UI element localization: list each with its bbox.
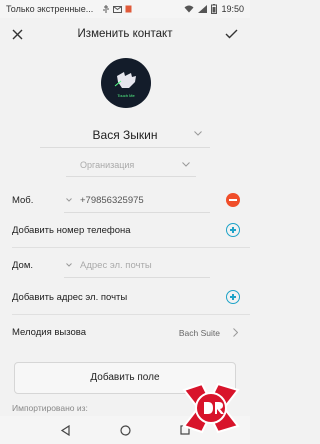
- ringtone-label: Мелодия вызова: [12, 327, 86, 338]
- sim-icon: [125, 5, 132, 13]
- add-phone-row[interactable]: Добавить номер телефона: [0, 215, 250, 247]
- mail-icon: [113, 5, 122, 13]
- add-phone-label: Добавить номер телефона: [12, 225, 131, 236]
- imported-from-label: Импортировано из:: [12, 403, 88, 413]
- carrier-text: Только экстренные...: [6, 4, 94, 14]
- close-button[interactable]: [0, 18, 34, 50]
- ringtone-row[interactable]: Мелодия вызова Bach Suite: [0, 317, 250, 349]
- check-icon: [225, 29, 237, 39]
- watermark-logo: [182, 382, 240, 434]
- name-value: Вася Зыкин: [92, 128, 158, 142]
- phone-number-input[interactable]: +79856325975: [80, 195, 144, 206]
- add-email-button[interactable]: [226, 290, 240, 304]
- divider: [64, 212, 210, 213]
- remove-phone-button[interactable]: [226, 193, 240, 207]
- home-icon[interactable]: [120, 424, 131, 436]
- divider: [12, 247, 250, 248]
- wifi-icon: [184, 5, 194, 13]
- divider: [12, 314, 250, 315]
- chevron-down-icon[interactable]: [182, 162, 190, 167]
- organization-field[interactable]: Организация: [66, 153, 196, 177]
- add-email-row[interactable]: Добавить адрес эл. почты: [0, 282, 250, 314]
- phone-row: Моб. +79856325975: [0, 185, 250, 217]
- chevron-down-icon[interactable]: [66, 198, 72, 202]
- hand-touch-icon: [114, 72, 136, 88]
- status-bar: Только экстренные... 19:50: [0, 0, 250, 18]
- chevron-right-icon: [233, 328, 238, 337]
- ringtone-value: Bach Suite: [178, 328, 220, 338]
- avatar-caption: Touch Me: [117, 93, 135, 98]
- chevron-down-icon[interactable]: [66, 263, 72, 267]
- battery-icon: [211, 4, 218, 14]
- signal-icon: [198, 5, 208, 13]
- save-button[interactable]: [216, 18, 246, 50]
- divider: [64, 277, 210, 278]
- close-icon: [12, 29, 22, 39]
- page-title: Изменить контакт: [77, 28, 173, 40]
- add-phone-button[interactable]: [226, 223, 240, 237]
- app-bar: Изменить контакт: [0, 18, 250, 50]
- clock: 19:50: [221, 4, 244, 14]
- email-input[interactable]: Адрес эл. почты: [80, 260, 152, 271]
- name-field[interactable]: Вася Зыкин: [40, 122, 210, 148]
- email-type-label[interactable]: Дом.: [12, 260, 33, 271]
- back-icon[interactable]: [60, 424, 71, 436]
- email-row: Дом. Адрес эл. почты: [0, 250, 250, 282]
- phone-type-label[interactable]: Моб.: [12, 195, 33, 206]
- chevron-down-icon[interactable]: [194, 131, 202, 136]
- usb-icon: [103, 5, 109, 13]
- contact-photo[interactable]: Touch Me: [101, 58, 151, 108]
- notification-icons: [102, 5, 132, 13]
- add-email-label: Добавить адрес эл. почты: [12, 292, 128, 303]
- organization-placeholder: Организация: [80, 160, 135, 170]
